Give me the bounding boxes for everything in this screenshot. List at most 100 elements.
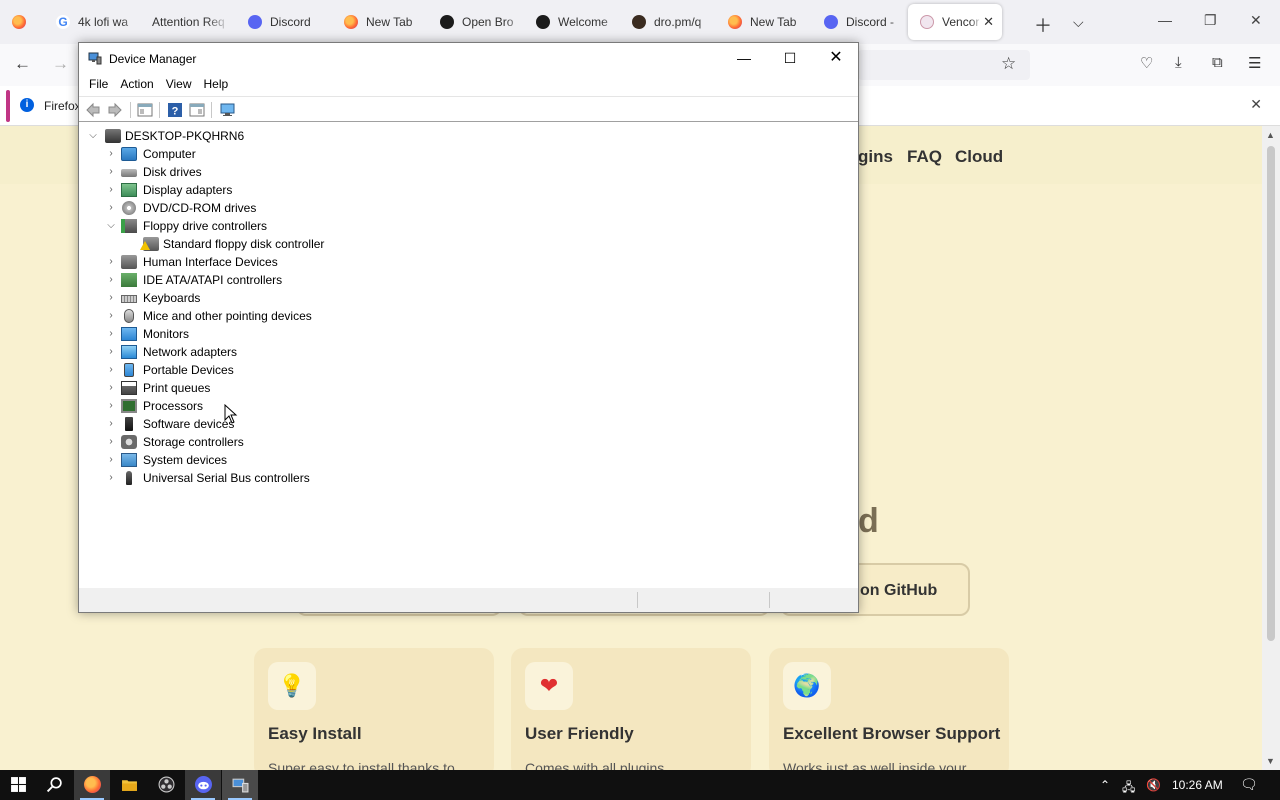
chevron-right-icon[interactable]: › xyxy=(105,415,117,433)
browser-tab[interactable]: Open Bro xyxy=(428,0,524,44)
browser-tab[interactable]: Attention Req xyxy=(140,0,236,44)
close-tab-icon[interactable]: ✕ xyxy=(983,14,994,30)
chevron-right-icon[interactable]: › xyxy=(105,397,117,415)
tree-item-ide-controllers[interactable]: › IDE ATA/ATAPI controllers xyxy=(105,271,405,289)
tree-item-monitors[interactable]: › Monitors xyxy=(105,325,405,343)
tree-item-print-queues[interactable]: › Print queues xyxy=(105,379,405,397)
back-arrow-icon[interactable] xyxy=(85,102,101,118)
network-icon[interactable]: 🖧 xyxy=(1122,778,1135,799)
firefox-icon xyxy=(84,776,101,793)
close-window-icon[interactable]: ✕ xyxy=(1250,12,1262,29)
chevron-right-icon[interactable]: › xyxy=(105,271,117,289)
window-title-bar[interactable]: Device Manager — ☐ ✕ xyxy=(79,43,858,73)
tree-item-storage-controllers[interactable]: › Storage controllers xyxy=(105,433,405,451)
extensions-icon[interactable]: ⧉ xyxy=(1212,54,1223,71)
back-arrow-icon[interactable]: ← xyxy=(14,54,31,74)
pocket-icon[interactable]: ♡ xyxy=(1140,54,1153,72)
bookmark-star-icon[interactable]: ☆ xyxy=(1001,54,1016,74)
tree-item-hid[interactable]: › Human Interface Devices xyxy=(105,253,405,271)
tree-root[interactable]: ⌵ DESKTOP-PKQHRN6 xyxy=(87,127,387,145)
browser-tab-active[interactable]: Vencor ✕ xyxy=(908,4,1002,40)
chevron-right-icon[interactable]: › xyxy=(105,163,117,181)
tree-child-floppy-controller[interactable]: Standard floppy disk controller xyxy=(140,235,441,253)
start-button[interactable] xyxy=(0,770,36,800)
chevron-right-icon[interactable]: › xyxy=(105,145,117,163)
view-details-icon[interactable] xyxy=(189,102,205,118)
browser-tab[interactable]: New Tab xyxy=(332,0,428,44)
scrollbar-thumb[interactable] xyxy=(1267,146,1275,641)
taskbar-device-manager[interactable] xyxy=(222,770,258,800)
chevron-right-icon[interactable]: › xyxy=(105,469,117,487)
scroll-up-icon[interactable]: ▲ xyxy=(1266,130,1275,140)
browser-tab[interactable]: dro.pm/q xyxy=(620,0,716,44)
tree-item-display-adapters[interactable]: › Display adapters xyxy=(105,181,405,199)
browser-tab[interactable] xyxy=(0,0,44,44)
tree-item-mice[interactable]: › Mice and other pointing devices xyxy=(105,307,405,325)
menu-hamburger-icon[interactable]: ☰ xyxy=(1248,54,1261,72)
minimize-icon[interactable]: — xyxy=(1158,12,1172,28)
new-tab-icon[interactable]: ＋ xyxy=(1034,12,1052,38)
tree-item-system-devices[interactable]: › System devices xyxy=(105,451,405,469)
restore-icon[interactable]: ❐ xyxy=(1204,12,1217,29)
search-button[interactable] xyxy=(36,770,72,800)
help-icon[interactable]: ? xyxy=(167,102,183,118)
browser-tab[interactable]: G 4k lofi wa xyxy=(44,0,140,44)
tab-list-chevron-icon[interactable]: ⌵ xyxy=(1073,14,1084,31)
forward-arrow-icon[interactable] xyxy=(107,102,123,118)
download-icon[interactable]: ⤓ xyxy=(1175,54,1182,71)
properties-icon[interactable] xyxy=(137,102,153,118)
tree-item-network-adapters[interactable]: › Network adapters xyxy=(105,343,405,361)
chevron-right-icon[interactable]: › xyxy=(105,325,117,343)
tree-item-label: System devices xyxy=(143,453,228,467)
tree-item-portable-devices[interactable]: › Portable Devices xyxy=(105,361,405,379)
menu-help[interactable]: Help xyxy=(194,73,229,95)
browser-tab[interactable]: Discord xyxy=(236,0,332,44)
chevron-right-icon[interactable]: › xyxy=(105,181,117,199)
tree-item-software-devices[interactable]: › Software devices xyxy=(105,415,405,433)
chevron-right-icon[interactable]: › xyxy=(105,253,117,271)
tree-item-processors[interactable]: › Processors xyxy=(105,397,405,415)
chevron-right-icon[interactable]: › xyxy=(105,433,117,451)
taskbar-clock[interactable]: 10:26 AM xyxy=(1172,778,1223,792)
show-hidden-icons-chevron-icon[interactable]: ⌃ xyxy=(1100,778,1110,792)
menu-view[interactable]: View xyxy=(156,73,192,95)
browser-tab[interactable]: Welcome xyxy=(524,0,620,44)
taskbar-discord[interactable] xyxy=(185,770,221,800)
nav-link-cloud[interactable]: Cloud xyxy=(955,147,1003,167)
chevron-right-icon[interactable]: › xyxy=(105,343,117,361)
tree-item-computer[interactable]: › Computer xyxy=(105,145,405,163)
chevron-right-icon[interactable]: › xyxy=(105,379,117,397)
scan-hardware-icon[interactable] xyxy=(220,102,236,118)
menu-file[interactable]: File xyxy=(79,73,108,95)
volume-muted-icon[interactable]: 🔇 xyxy=(1146,778,1161,792)
close-notification-icon[interactable]: ✕ xyxy=(1250,96,1262,113)
maximize-icon[interactable]: ☐ xyxy=(767,47,813,69)
tree-item-keyboards[interactable]: › Keyboards xyxy=(105,289,405,307)
chevron-right-icon[interactable]: › xyxy=(105,361,117,379)
minimize-icon[interactable]: — xyxy=(721,47,767,69)
nav-link-plugins[interactable]: gins xyxy=(858,147,893,167)
page-scrollbar[interactable]: ▲ ▼ xyxy=(1262,126,1280,770)
tree-item-usb-controllers[interactable]: › Universal Serial Bus controllers xyxy=(105,469,405,487)
chevron-right-icon[interactable]: › xyxy=(105,307,117,325)
notification-center-icon[interactable]: 🗨 xyxy=(1240,776,1258,793)
chevron-down-icon[interactable]: ⌵ xyxy=(105,217,117,235)
taskbar-firefox[interactable] xyxy=(74,770,110,800)
menu-action[interactable]: Action xyxy=(110,73,153,95)
close-window-icon[interactable]: ✕ xyxy=(813,47,859,69)
tree-item-disk-drives[interactable]: › Disk drives xyxy=(105,163,405,181)
tree-item-dvd-drives[interactable]: › DVD/CD-ROM drives xyxy=(105,199,405,217)
forward-arrow-icon[interactable]: → xyxy=(52,54,69,74)
chevron-right-icon[interactable]: › xyxy=(105,289,117,307)
scroll-down-icon[interactable]: ▼ xyxy=(1266,756,1275,766)
chevron-right-icon[interactable]: › xyxy=(105,451,117,469)
tree-item-floppy-controllers[interactable]: ⌵ Floppy drive controllers xyxy=(105,217,405,235)
windows-start-icon xyxy=(11,777,26,792)
browser-tab[interactable]: New Tab xyxy=(716,0,812,44)
browser-tab[interactable]: Discord - xyxy=(812,0,908,44)
chevron-right-icon[interactable]: › xyxy=(105,199,117,217)
chevron-down-icon[interactable]: ⌵ xyxy=(87,127,99,145)
taskbar-obs[interactable] xyxy=(148,770,184,800)
taskbar-file-explorer[interactable] xyxy=(111,770,147,800)
nav-link-faq[interactable]: FAQ xyxy=(907,147,942,167)
